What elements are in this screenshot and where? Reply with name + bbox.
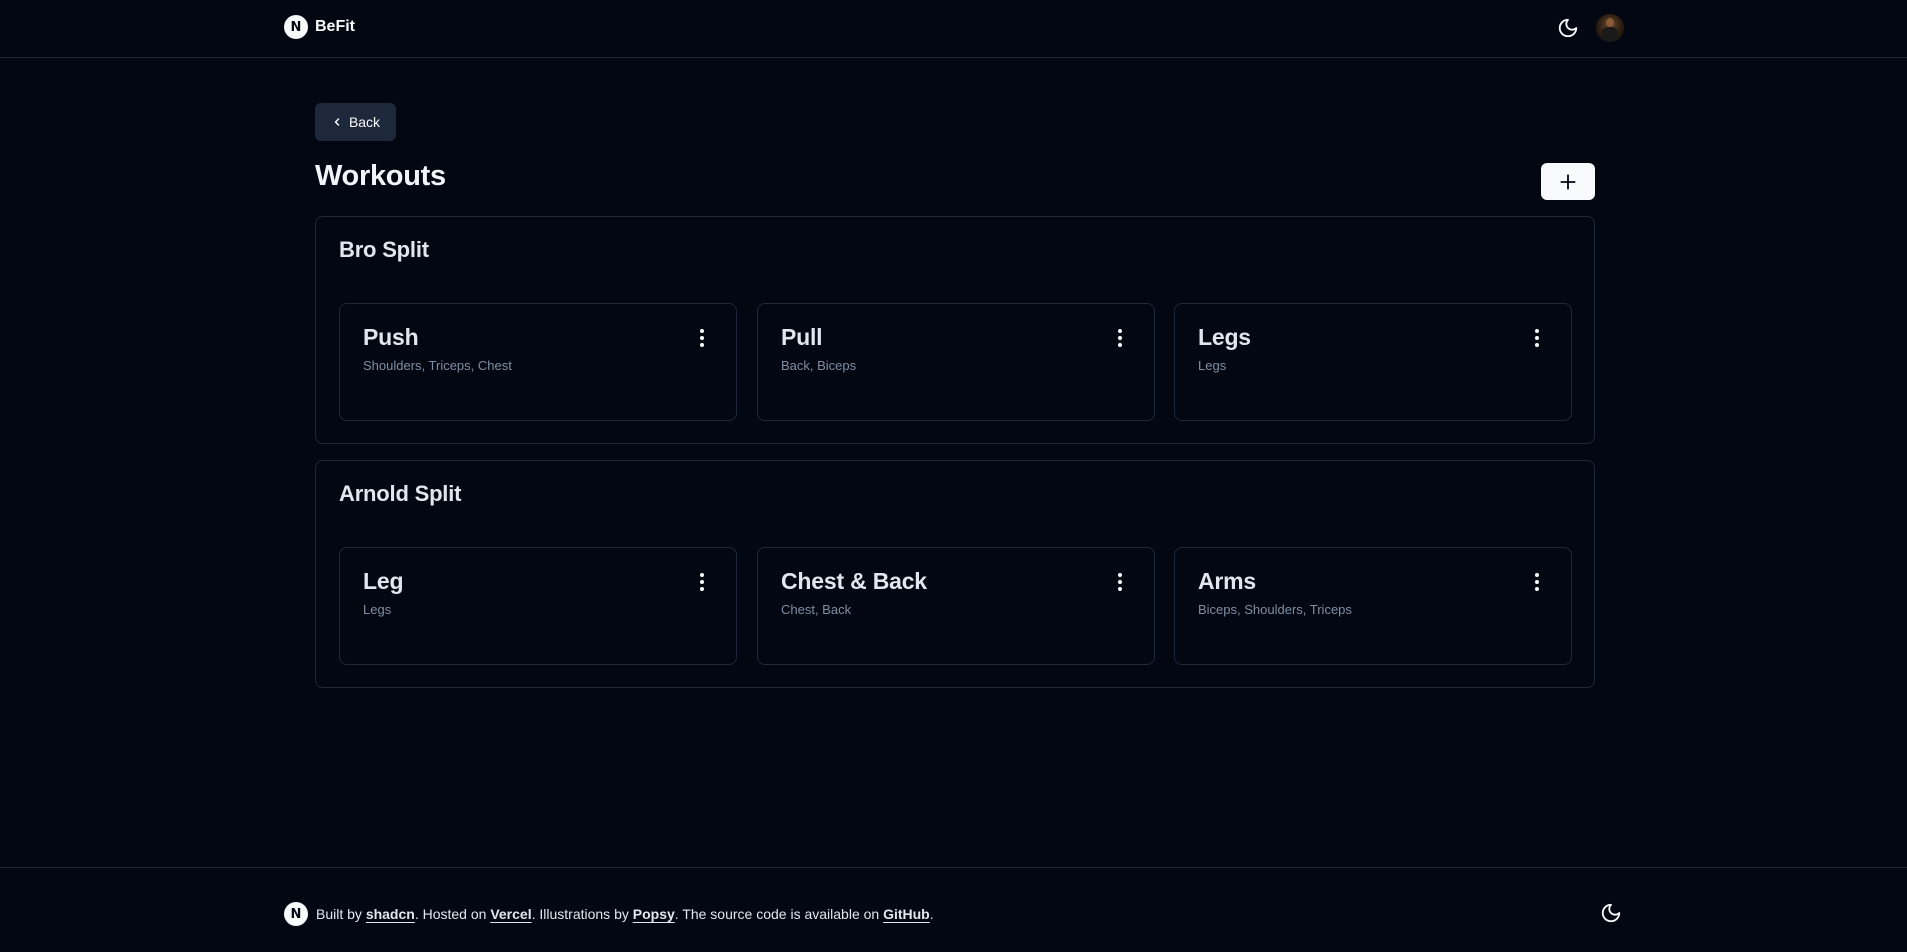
footer-content: N Built by shadcn. Hosted on Vercel. Ill… [284,902,934,926]
workout-card-leg[interactable]: Leg Legs [339,547,737,665]
footer-theme-toggle-button[interactable] [1597,899,1625,927]
workout-options-button[interactable] [1527,570,1547,594]
workout-card-chest-back[interactable]: Chest & Back Chest, Back [757,547,1155,665]
shadcn-link[interactable]: shadcn [366,906,415,922]
workout-name: Arms [1198,568,1257,594]
brand-link[interactable]: N BeFit [284,15,355,39]
workout-card-legs[interactable]: Legs Legs [1174,303,1572,421]
back-label: Back [348,114,381,130]
chevron-left-icon [334,118,340,126]
site-header: N BeFit [0,0,1907,58]
footer-text-built-by: Built by [316,906,366,922]
workout-options-button[interactable] [1110,570,1130,594]
split-title: Arnold Split [339,481,462,506]
split-card-arnold-split: Arnold Split Leg Legs Chest & Back Chest… [315,460,1595,688]
footer-credits: Built by shadcn. Hosted on Vercel. Illus… [316,906,934,922]
workout-options-button[interactable] [692,326,712,350]
nextjs-logo-icon: N [284,15,308,39]
site-footer: N Built by shadcn. Hosted on Vercel. Ill… [0,867,1907,952]
more-vertical-icon [700,573,704,591]
more-vertical-icon [1535,573,1539,591]
more-vertical-icon [1118,573,1122,591]
workout-card-push[interactable]: Push Shoulders, Triceps, Chest [339,303,737,421]
workout-options-button[interactable] [692,570,712,594]
workout-options-button[interactable] [1110,326,1130,350]
github-link[interactable]: GitHub [883,906,930,922]
workout-name: Leg [363,568,404,594]
workout-muscles: Chest, Back [781,602,852,617]
nextjs-logo-icon: N [284,902,308,926]
vercel-link[interactable]: Vercel [490,906,531,922]
moon-icon [1558,18,1578,38]
workout-muscles: Legs [1198,358,1227,373]
workout-name: Push [363,324,419,350]
workout-muscles: Legs [363,602,392,617]
footer-text-end: . [929,906,934,922]
workout-muscles: Shoulders, Triceps, Chest [363,358,512,373]
popsy-link[interactable]: Popsy [633,906,675,922]
workout-muscles: Back, Biceps [781,358,857,373]
workout-name: Pull [781,324,823,350]
workout-muscles: Biceps, Shoulders, Triceps [1198,602,1352,617]
more-vertical-icon [1118,329,1122,347]
page-title: Workouts [315,160,446,192]
workout-name: Chest & Back [781,568,927,594]
split-card-bro-split: Bro Split Push Shoulders, Triceps, Chest… [315,216,1595,444]
split-title: Bro Split [339,237,429,262]
workout-card-arms[interactable]: Arms Biceps, Shoulders, Triceps [1174,547,1572,665]
footer-text-source: . The source code is available on [674,906,884,922]
add-workout-button[interactable] [1541,163,1595,200]
footer-text-hosted: . Hosted on [414,906,491,922]
plus-icon [1560,173,1576,190]
theme-toggle-button[interactable] [1554,14,1582,42]
footer-text-illustrations: . Illustrations by [531,906,633,922]
moon-icon [1601,903,1621,923]
workout-card-pull[interactable]: Pull Back, Biceps [757,303,1155,421]
more-vertical-icon [1535,329,1539,347]
brand-name: BeFit [315,18,355,35]
workout-options-button[interactable] [1527,326,1547,350]
more-vertical-icon [700,329,704,347]
workout-name: Legs [1198,324,1251,350]
back-button[interactable]: Back [315,103,396,141]
user-avatar[interactable] [1596,14,1624,42]
